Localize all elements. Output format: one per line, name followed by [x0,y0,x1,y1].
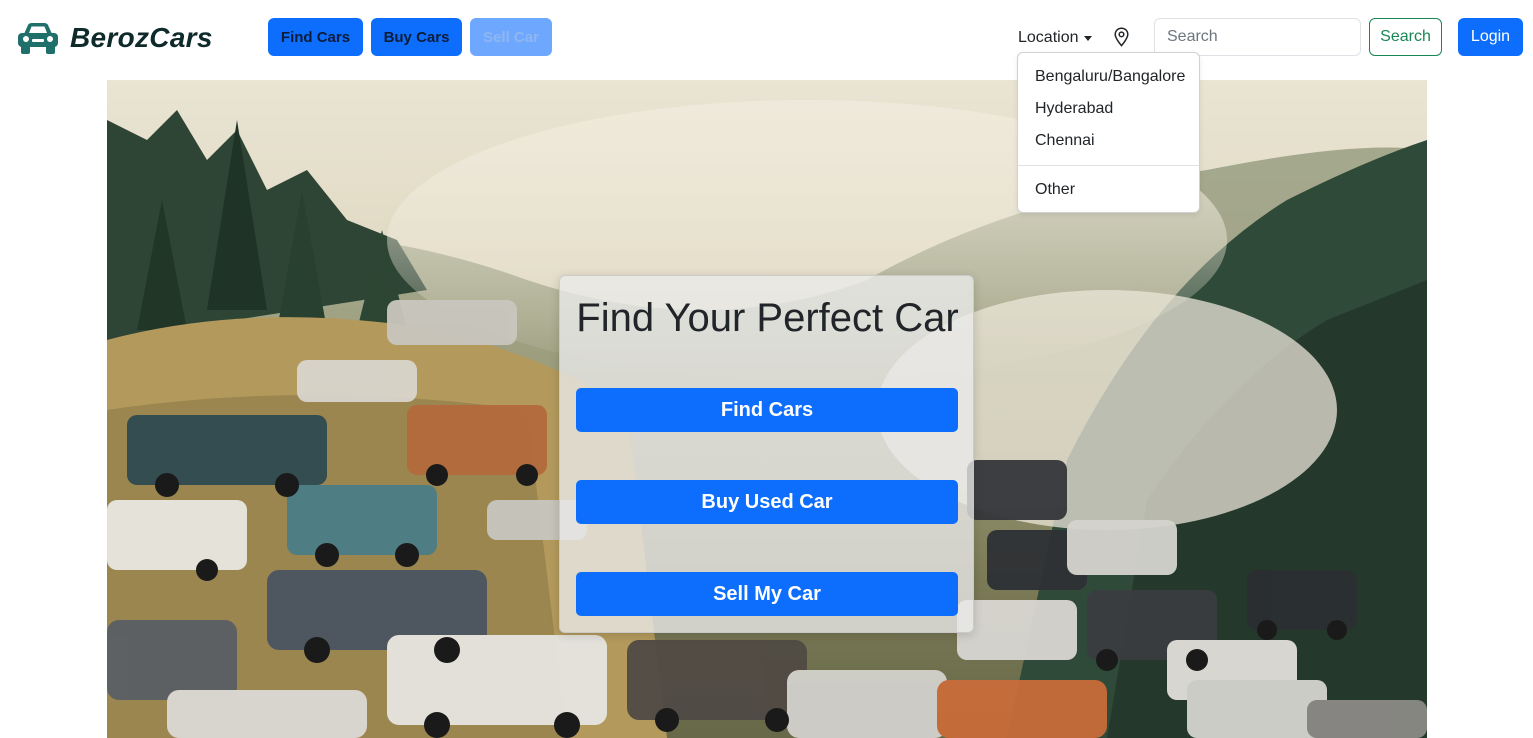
nav-find-cars-button[interactable]: Find Cars [268,18,363,56]
location-dropdown-menu: Bengaluru/Bangalore Hyderabad Chennai Ot… [1017,52,1200,213]
nav-buy-cars-button[interactable]: Buy Cars [371,18,462,56]
hero-sell-my-car-button[interactable]: Sell My Car [576,572,958,616]
caret-down-icon [1083,35,1092,41]
nav-sell-car-button[interactable]: Sell Car [470,18,552,56]
search-input[interactable] [1154,18,1361,56]
dropdown-divider [1018,165,1199,166]
hero-title: Find Your Perfect Car [576,296,959,340]
dropdown-item-bengaluru[interactable]: Bengaluru/Bangalore [1018,61,1199,93]
location-dropdown-toggle[interactable]: Location [1018,26,1092,50]
map-pin-icon[interactable] [1113,27,1130,47]
dropdown-item-other[interactable]: Other [1018,174,1199,206]
dropdown-item-hyderabad[interactable]: Hyderabad [1018,93,1199,125]
car-icon [18,23,58,54]
hero-buy-used-car-button[interactable]: Buy Used Car [576,480,958,524]
hero-card: Find Your Perfect Car Find Cars Buy Used… [559,275,974,633]
location-label: Location [1018,29,1079,46]
search-button[interactable]: Search [1369,18,1442,56]
dropdown-item-chennai[interactable]: Chennai [1018,125,1199,157]
brand[interactable]: BerozCars [16,18,213,58]
login-button[interactable]: Login [1458,18,1523,56]
hero-banner: Find Your Perfect Car Find Cars Buy Used… [107,80,1427,738]
brand-name: BerozCars [70,22,213,53]
navbar: BerozCars Find Cars Buy Cars Sell Car Lo… [0,0,1533,76]
hero-find-cars-button[interactable]: Find Cars [576,388,958,432]
